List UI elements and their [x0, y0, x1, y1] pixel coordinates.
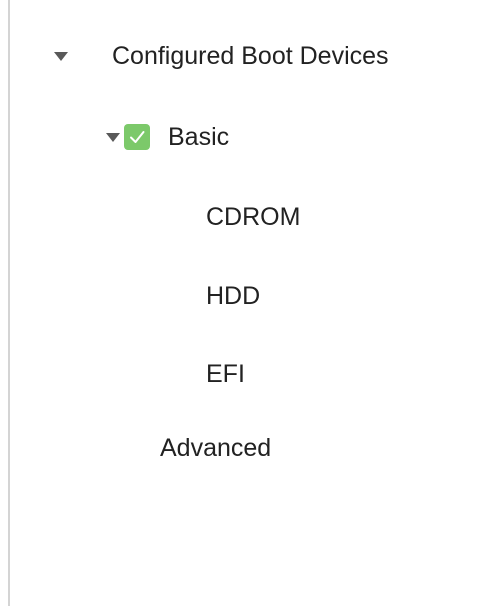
- tree-leaf-efi[interactable]: EFI: [206, 354, 245, 394]
- tree-node-label: Advanced: [160, 434, 272, 462]
- caret-down-icon[interactable]: [106, 132, 120, 142]
- tree-leaf-cdrom[interactable]: CDROM: [206, 197, 300, 237]
- tree-node-label: Basic: [168, 123, 230, 151]
- caret-down-icon[interactable]: [54, 51, 68, 61]
- tree-node-label: CDROM: [206, 203, 301, 231]
- tree-node-configured-boot-devices[interactable]: Configured Boot Devices: [54, 36, 389, 76]
- boot-devices-tree: Configured Boot Devices Basic CDROM HDD …: [0, 0, 480, 606]
- checkmark-icon: [130, 131, 145, 143]
- tree-leaf-hdd[interactable]: HDD: [206, 276, 260, 316]
- basic-checkbox[interactable]: [124, 124, 150, 150]
- tree-node-basic[interactable]: Basic: [106, 117, 229, 157]
- tree-left-border: [8, 0, 10, 606]
- tree-node-advanced[interactable]: Advanced: [160, 428, 271, 468]
- tree-node-label: Configured Boot Devices: [112, 42, 389, 70]
- tree-node-label: HDD: [206, 282, 261, 310]
- tree-node-label: EFI: [206, 360, 245, 388]
